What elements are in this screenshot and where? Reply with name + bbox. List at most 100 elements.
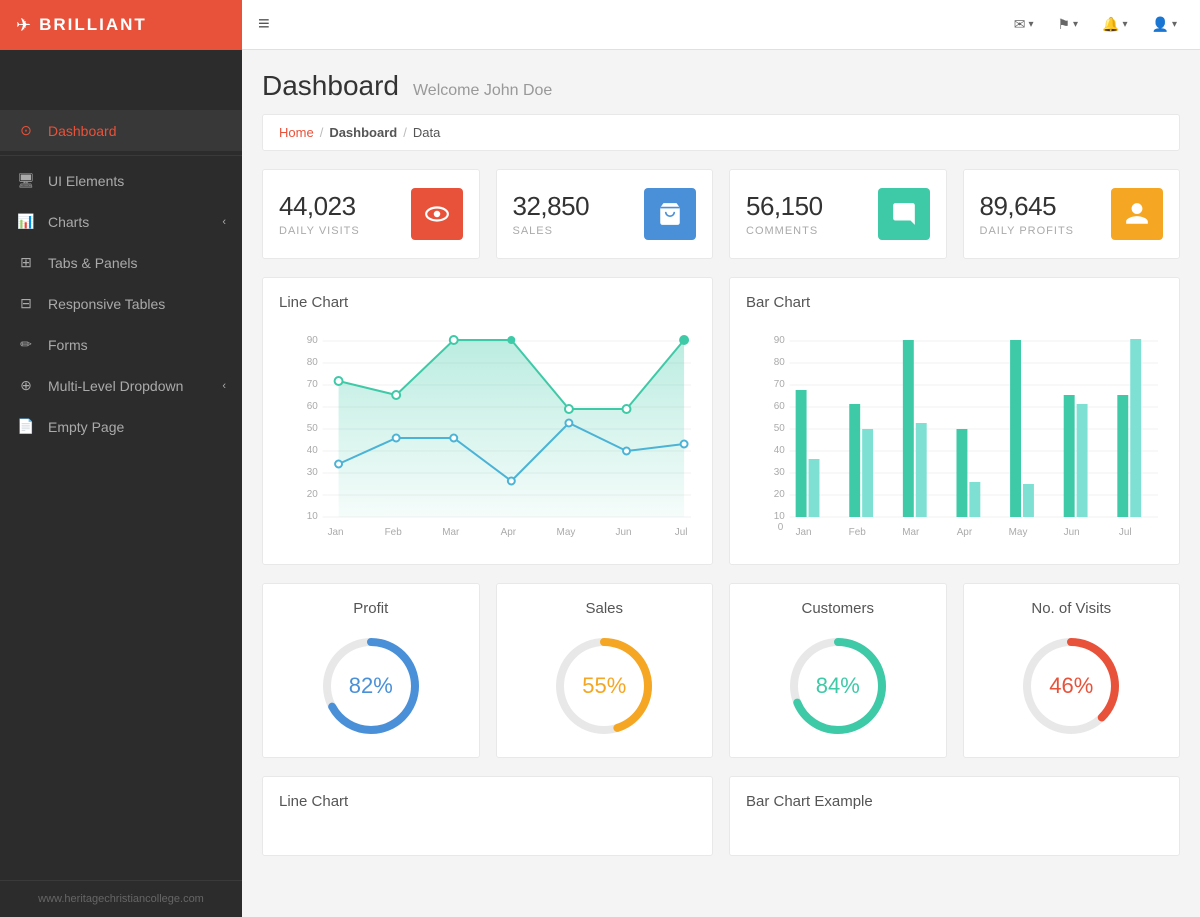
sidebar-menu: ⊙ Dashboard 🖥 UI Elements 📊 Charts ‹ ⊞ T… xyxy=(0,110,242,880)
stat-icon-sales xyxy=(644,188,696,240)
sidebar-item-empty-page[interactable]: 📄 Empty Page xyxy=(0,406,242,447)
donut-card-profit: Profit 82% xyxy=(262,583,480,758)
bell-nav-btn[interactable]: 🔔 ▾ xyxy=(1095,12,1134,37)
sidebar-footer: www.heritagechristiancollege.com xyxy=(0,880,242,917)
svg-text:60: 60 xyxy=(774,401,785,412)
sidebar-item-multi-level[interactable]: ⊕ Multi-Level Dropdown ‹ xyxy=(0,365,242,406)
flag-icon: ⚑ xyxy=(1057,16,1070,33)
sidebar: ⊙ Dashboard 🖥 UI Elements 📊 Charts ‹ ⊞ T… xyxy=(0,50,242,917)
line-chart-svg: 90 80 70 60 50 40 30 20 10 xyxy=(279,323,696,543)
svg-text:90: 90 xyxy=(307,335,318,346)
donut-profit: 82% xyxy=(316,631,426,741)
user-nav-btn[interactable]: 👤 ▾ xyxy=(1145,12,1184,37)
flag-nav-btn[interactable]: ⚑ ▾ xyxy=(1050,12,1085,37)
stat-card-sales: 32,850 SALES xyxy=(496,169,714,259)
svg-text:60: 60 xyxy=(307,401,318,412)
breadcrumb-dashboard: Dashboard xyxy=(329,125,397,140)
tables-icon: ⊟ xyxy=(16,295,36,312)
stat-value-profits: 89,645 xyxy=(980,191,1075,222)
multi-level-arrow: ‹ xyxy=(222,380,226,392)
svg-text:Apr: Apr xyxy=(957,527,973,538)
svg-text:70: 70 xyxy=(307,379,318,390)
sidebar-label-empty-page: Empty Page xyxy=(48,419,226,435)
svg-text:0: 0 xyxy=(778,522,784,533)
svg-text:Jan: Jan xyxy=(796,527,812,538)
svg-text:Feb: Feb xyxy=(385,527,403,538)
svg-text:80: 80 xyxy=(307,357,318,368)
sidebar-item-charts[interactable]: 📊 Charts ‹ xyxy=(0,201,242,242)
stat-label-visits: DAILY VISITS xyxy=(279,225,360,237)
svg-text:10: 10 xyxy=(307,511,318,522)
stat-card-comments: 56,150 COMMENTS xyxy=(729,169,947,259)
bottom-row: Line Chart Bar Chart Example xyxy=(262,776,1180,856)
hamburger-icon[interactable]: ≡ xyxy=(258,13,270,36)
charts-icon: 📊 xyxy=(16,213,36,230)
top-nav-right: ✉ ▾ ⚑ ▾ 🔔 ▾ 👤 ▾ xyxy=(1007,12,1184,37)
svg-text:20: 20 xyxy=(307,489,318,500)
svg-text:Jan: Jan xyxy=(328,527,344,538)
bar-chart-title: Bar Chart xyxy=(746,294,1163,311)
stat-icon-comments xyxy=(878,188,930,240)
svg-text:Jul: Jul xyxy=(675,527,688,538)
charts-arrow: ‹ xyxy=(222,216,226,228)
bell-icon: 🔔 xyxy=(1102,16,1119,33)
svg-text:Feb: Feb xyxy=(849,527,867,538)
svg-text:May: May xyxy=(557,527,576,538)
charts-row: Line Chart 90 80 70 60 50 40 xyxy=(262,277,1180,565)
stat-label-sales: SALES xyxy=(513,225,590,237)
sidebar-label-ui-elements: UI Elements xyxy=(48,173,226,189)
line-chart-title: Line Chart xyxy=(279,294,696,311)
sidebar-item-dashboard[interactable]: ⊙ Dashboard xyxy=(0,110,242,151)
sidebar-item-responsive-tables[interactable]: ⊟ Responsive Tables xyxy=(0,283,242,324)
stat-value-visits: 44,023 xyxy=(279,191,360,222)
flag-arrow: ▾ xyxy=(1073,19,1078,30)
donut-title-customers: Customers xyxy=(746,600,930,617)
user-icon: 👤 xyxy=(1152,16,1169,33)
mail-icon: ✉ xyxy=(1014,16,1026,33)
donut-title-sales: Sales xyxy=(513,600,697,617)
brand-name: BRILLIANT xyxy=(39,15,147,35)
svg-text:Jul: Jul xyxy=(1119,527,1132,538)
bottom-card-bar: Bar Chart Example xyxy=(729,776,1180,856)
breadcrumb-sep2: / xyxy=(403,125,407,140)
brand-icon: ✈ xyxy=(16,15,31,36)
svg-text:70: 70 xyxy=(774,379,785,390)
svg-text:50: 50 xyxy=(307,423,318,434)
svg-text:Apr: Apr xyxy=(501,527,517,538)
sidebar-label-multi-level: Multi-Level Dropdown xyxy=(48,378,222,394)
sidebar-label-dashboard: Dashboard xyxy=(48,123,226,139)
sidebar-label-tabs-panels: Tabs & Panels xyxy=(48,255,226,271)
bottom-card-bar-title: Bar Chart Example xyxy=(746,793,1163,810)
empty-page-icon: 📄 xyxy=(16,418,36,435)
svg-text:Jun: Jun xyxy=(1064,527,1080,538)
svg-text:90: 90 xyxy=(774,335,785,346)
stat-cards: 44,023 DAILY VISITS 32,850 SALES 56,15 xyxy=(262,169,1180,259)
mail-nav-btn[interactable]: ✉ ▾ xyxy=(1007,12,1041,37)
stat-card-profits: 89,645 DAILY PROFITS xyxy=(963,169,1181,259)
sidebar-label-responsive-tables: Responsive Tables xyxy=(48,296,226,312)
stat-value-comments: 56,150 xyxy=(746,191,823,222)
sidebar-item-ui-elements[interactable]: 🖥 UI Elements xyxy=(0,160,242,201)
user-arrow: ▾ xyxy=(1172,19,1177,30)
svg-text:30: 30 xyxy=(307,467,318,478)
svg-text:80: 80 xyxy=(774,357,785,368)
page-subtitle: Welcome John Doe xyxy=(413,82,552,100)
breadcrumb-home[interactable]: Home xyxy=(279,125,314,140)
svg-text:10: 10 xyxy=(774,511,785,522)
svg-text:40: 40 xyxy=(774,445,785,456)
donut-row: Profit 82% Sales 55% xyxy=(262,583,1180,758)
mail-arrow: ▾ xyxy=(1028,19,1033,30)
donut-title-profit: Profit xyxy=(279,600,463,617)
bar-chart-card: Bar Chart 90 80 70 60 50 40 30 20 10 0 xyxy=(729,277,1180,565)
stat-card-visits: 44,023 DAILY VISITS xyxy=(262,169,480,259)
sidebar-item-forms[interactable]: ✏ Forms xyxy=(0,324,242,365)
dashboard-icon: ⊙ xyxy=(16,122,36,139)
sidebar-item-tabs-panels[interactable]: ⊞ Tabs & Panels xyxy=(0,242,242,283)
stat-label-comments: COMMENTS xyxy=(746,225,823,237)
svg-text:50: 50 xyxy=(774,423,785,434)
top-nav: ≡ ✉ ▾ ⚑ ▾ 🔔 ▾ 👤 ▾ xyxy=(242,0,1200,50)
stat-label-profits: DAILY PROFITS xyxy=(980,225,1075,237)
svg-text:May: May xyxy=(1009,527,1028,538)
stat-value-sales: 32,850 xyxy=(513,191,590,222)
svg-text:40: 40 xyxy=(307,445,318,456)
